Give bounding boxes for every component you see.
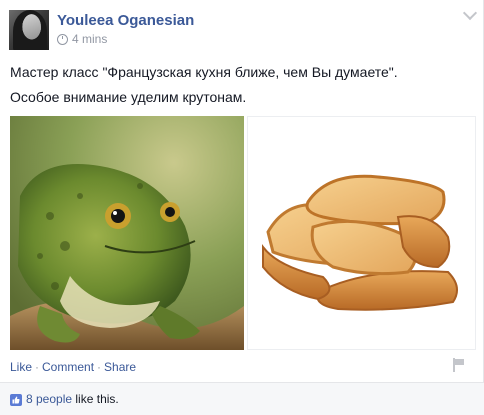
share-link[interactable]: Share bbox=[104, 360, 136, 374]
timestamp-text: 4 mins bbox=[72, 32, 108, 46]
thumbs-up-icon bbox=[10, 394, 22, 406]
clock-icon bbox=[57, 33, 68, 45]
avatar[interactable] bbox=[9, 10, 49, 50]
croutons-illustration bbox=[262, 174, 458, 311]
bread-photo[interactable] bbox=[247, 116, 476, 350]
frog-photo[interactable] bbox=[10, 116, 244, 350]
feed-post: Youleea Oganesian 4 mins Мастер класс "Ф… bbox=[0, 0, 484, 415]
likes-summary: 8 people like this. bbox=[0, 383, 484, 415]
action-separator: · bbox=[35, 360, 40, 374]
post-actions: Like · Comment · Share bbox=[10, 360, 136, 374]
comment-link[interactable]: Comment bbox=[42, 360, 94, 374]
action-separator: · bbox=[97, 360, 102, 374]
like-link[interactable]: Like bbox=[10, 360, 32, 374]
avatar-hair bbox=[13, 10, 47, 50]
post-text-line-1: Мастер класс "Французская кухня ближе, ч… bbox=[10, 64, 398, 80]
post-timestamp[interactable]: 4 mins bbox=[57, 32, 107, 46]
flag-icon[interactable] bbox=[453, 358, 465, 372]
post-text-line-2: Особое внимание уделим крутонам. bbox=[10, 89, 247, 105]
likes-text: 8 people like this. bbox=[26, 392, 119, 406]
author-name[interactable]: Youleea Oganesian bbox=[57, 12, 194, 29]
frog-illustration bbox=[10, 116, 244, 350]
chevron-down-icon[interactable] bbox=[463, 8, 477, 22]
likes-count-link[interactable]: 8 people bbox=[26, 392, 72, 406]
likes-suffix: like this. bbox=[75, 392, 119, 406]
